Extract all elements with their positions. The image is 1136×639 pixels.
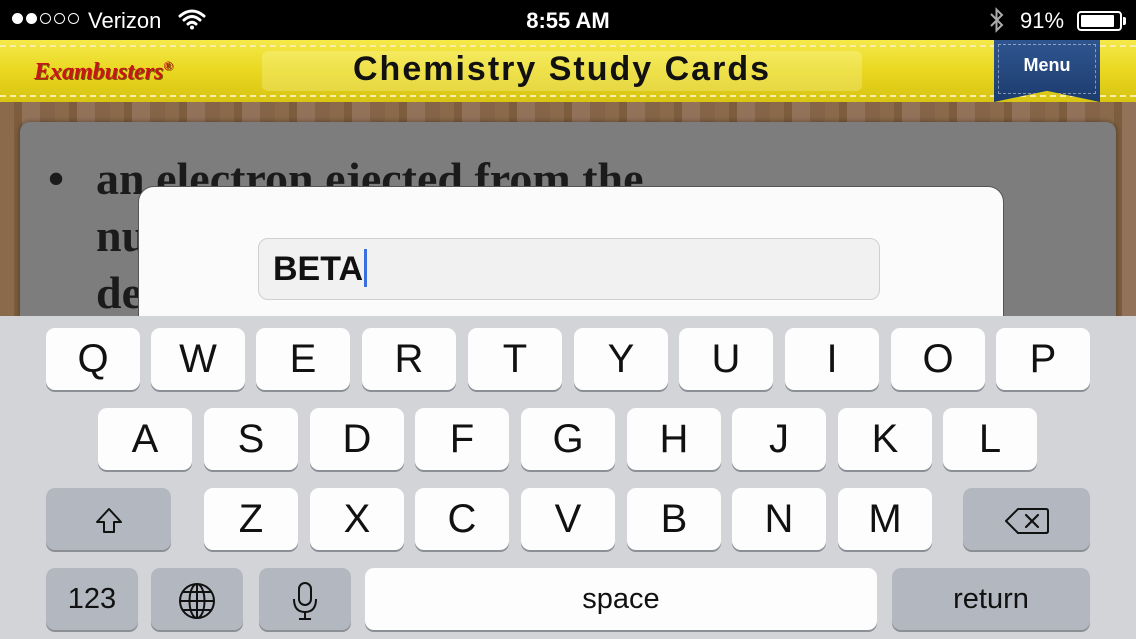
answer-input-value: BETA (273, 250, 364, 288)
registered-mark: ® (163, 58, 174, 73)
text-caret (364, 249, 368, 288)
dictation-key[interactable] (259, 568, 351, 630)
shift-key[interactable] (46, 488, 171, 550)
app-title: Chemistry Study Cards (353, 50, 771, 88)
card-bullet: • (48, 153, 65, 204)
backspace-icon (1004, 497, 1050, 541)
key-f[interactable]: F (415, 408, 509, 470)
key-x[interactable]: X (310, 488, 404, 550)
key-c[interactable]: C (415, 488, 509, 550)
key-l[interactable]: L (943, 408, 1037, 470)
key-label: C (447, 497, 477, 541)
key-label: L (978, 417, 1002, 461)
key-label: Y (607, 337, 635, 381)
key-label: G (552, 417, 584, 461)
bluetooth-icon (988, 6, 1006, 40)
space-key-label: space (582, 583, 660, 615)
app-header: Exambusters® Chemistry Study Cards (0, 40, 1136, 104)
header-stitching (0, 45, 1136, 47)
return-key-label: return (953, 583, 1029, 615)
status-bar: Verizon 8:55 AM 91% (0, 0, 1136, 40)
key-label: U (711, 337, 741, 381)
brand-name: Exambusters (34, 59, 164, 85)
key-e[interactable]: E (256, 328, 350, 390)
key-label: X (343, 497, 371, 541)
key-y[interactable]: Y (574, 328, 668, 390)
key-n[interactable]: N (732, 488, 826, 550)
key-s[interactable]: S (204, 408, 298, 470)
key-g[interactable]: G (521, 408, 615, 470)
battery-level (1081, 15, 1115, 27)
key-label: R (394, 337, 424, 381)
key-label: H (659, 417, 689, 461)
status-time: 8:55 AM (526, 8, 610, 33)
battery-percentage: 91% (1020, 8, 1065, 33)
battery-cap (1123, 17, 1126, 25)
key-r[interactable]: R (362, 328, 456, 390)
key-h[interactable]: H (627, 408, 721, 470)
key-label: J (769, 417, 789, 461)
key-p[interactable]: P (996, 328, 1090, 390)
key-label: E (289, 337, 317, 381)
menu-button-label: Menu (1023, 55, 1071, 75)
header-stitching (0, 95, 1136, 97)
return-key[interactable]: return (892, 568, 1090, 630)
globe-icon (177, 577, 217, 621)
key-label: B (660, 497, 688, 541)
key-label: Q (77, 337, 109, 381)
globe-key[interactable] (151, 568, 243, 630)
key-o[interactable]: O (891, 328, 985, 390)
shift-icon (94, 497, 124, 541)
microphone-icon (291, 577, 319, 621)
key-u[interactable]: U (679, 328, 773, 390)
key-label: K (871, 417, 899, 461)
key-i[interactable]: I (785, 328, 879, 390)
key-label: P (1029, 337, 1057, 381)
key-label: Z (238, 497, 264, 541)
key-label: D (342, 417, 372, 461)
key-b[interactable]: B (627, 488, 721, 550)
key-d[interactable]: D (310, 408, 404, 470)
key-j[interactable]: J (732, 408, 826, 470)
numbers-key-label: 123 (67, 583, 117, 615)
key-z[interactable]: Z (204, 488, 298, 550)
key-label: T (502, 337, 528, 381)
key-label: S (237, 417, 265, 461)
key-label: W (179, 337, 217, 381)
key-m[interactable]: M (838, 488, 932, 550)
battery-icon (1077, 11, 1122, 31)
key-label: M (868, 497, 902, 541)
key-label: F (449, 417, 475, 461)
key-k[interactable]: K (838, 408, 932, 470)
key-label: I (826, 337, 838, 381)
keyboard: Q W E R T Y U I O P A S D F G H J K L Z … (0, 316, 1136, 639)
key-label: N (764, 497, 794, 541)
key-label: V (554, 497, 582, 541)
key-q[interactable]: Q (46, 328, 140, 390)
key-label: O (922, 337, 954, 381)
numbers-key[interactable]: 123 (46, 568, 138, 630)
backspace-key[interactable] (963, 488, 1090, 550)
key-t[interactable]: T (468, 328, 562, 390)
space-key[interactable]: space (365, 568, 877, 630)
key-w[interactable]: W (151, 328, 245, 390)
brand-logo: Exambusters® (34, 58, 173, 86)
answer-input[interactable]: BETA (258, 238, 880, 300)
key-v[interactable]: V (521, 488, 615, 550)
key-label: A (131, 417, 159, 461)
key-a[interactable]: A (98, 408, 192, 470)
